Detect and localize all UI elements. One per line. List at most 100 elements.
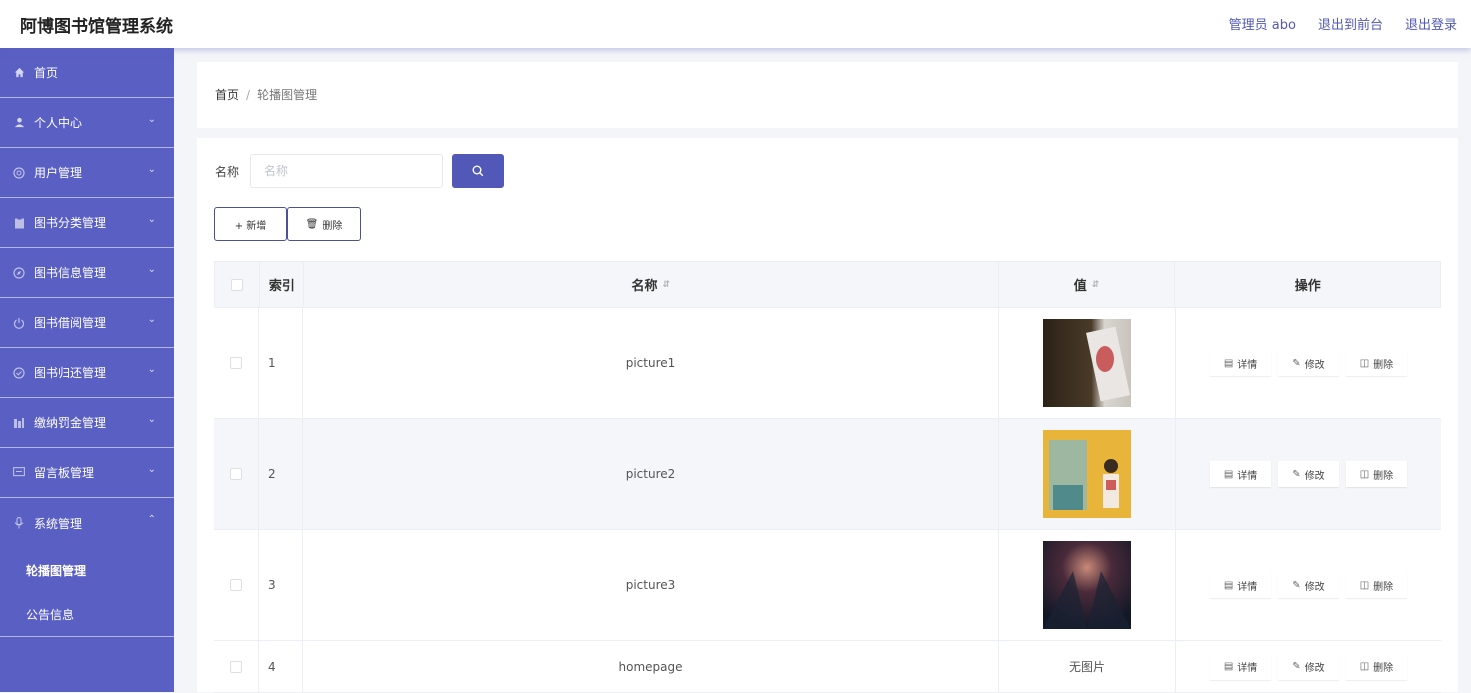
- row-checkbox[interactable]: [230, 579, 242, 591]
- edit-label: 修改: [1304, 359, 1325, 371]
- row-value: [999, 530, 1176, 640]
- carousel-image-thumbnail: [1043, 430, 1131, 518]
- header-name[interactable]: 名称 ⇵: [304, 262, 999, 307]
- sidebar-item-borrow[interactable]: 图书借阅管理 ⌄: [0, 298, 174, 348]
- home-icon: [12, 66, 26, 80]
- delete-button[interactable]: ◫ 删除: [1345, 350, 1408, 376]
- document-icon: ▤: [1223, 579, 1234, 591]
- chevron-down-icon: ⌄: [147, 114, 156, 125]
- chevron-down-icon: ⌄: [147, 314, 156, 325]
- detail-label: 详情: [1237, 470, 1258, 482]
- sort-icon[interactable]: ⇵: [1092, 280, 1100, 290]
- chevron-down-icon: ⌄: [147, 264, 156, 275]
- logout-link[interactable]: 退出登录: [1405, 14, 1457, 33]
- edit-button[interactable]: ✎ 修改: [1278, 653, 1339, 680]
- sidebar-item-messages[interactable]: 留言板管理 ⌄: [0, 448, 174, 498]
- delete-button[interactable]: ◫ 删除: [1345, 572, 1408, 598]
- search-label: 名称: [215, 165, 240, 179]
- add-button[interactable]: + 新增: [214, 207, 287, 241]
- trash-icon: ◫: [1359, 661, 1370, 672]
- submenu-item-notice[interactable]: 公告信息: [0, 592, 174, 636]
- row-index: 1: [259, 308, 303, 418]
- header-index: 索引: [260, 262, 304, 307]
- sidebar-item-label: 图书归还管理: [34, 366, 107, 380]
- row-actions: ▤ 详情 ✎ 修改 ◫ 删除: [1176, 530, 1441, 640]
- sidebar-item-label: 图书信息管理: [34, 266, 107, 280]
- trash-icon: 🗑︎: [305, 218, 319, 230]
- app-title: 阿博图书馆管理系统: [20, 17, 173, 37]
- batch-delete-button[interactable]: 🗑︎ 删除: [287, 207, 361, 241]
- admin-user-label[interactable]: 管理员 abo: [1229, 14, 1296, 33]
- sidebar-item-book-info[interactable]: 图书信息管理 ⌄: [0, 248, 174, 298]
- table-row: 3 picture3 ▤ 详情 ✎ 修改 ◫ 删除: [214, 530, 1441, 641]
- row-checkbox-cell: [214, 530, 259, 640]
- delete-button[interactable]: ◫ 删除: [1345, 653, 1408, 680]
- detail-button[interactable]: ▤ 详情: [1209, 572, 1272, 598]
- row-checkbox[interactable]: [230, 357, 242, 369]
- row-checkbox[interactable]: [230, 468, 242, 480]
- row-actions: ▤ 详情 ✎ 修改 ◫ 删除: [1176, 308, 1441, 418]
- sidebar-item-label: 系统管理: [34, 516, 83, 531]
- row-index: 4: [259, 641, 303, 692]
- chevron-down-icon: ⌄: [147, 364, 156, 375]
- sidebar-item-label: 留言板管理: [34, 466, 95, 480]
- document-icon: ▤: [1223, 468, 1234, 480]
- trash-icon: ◫: [1359, 357, 1370, 369]
- search-button[interactable]: [452, 154, 504, 188]
- document-icon: ▤: [1223, 661, 1234, 672]
- select-all-checkbox[interactable]: [230, 278, 243, 291]
- delete-label: 删除: [1373, 359, 1394, 371]
- sidebar-item-home[interactable]: 首页: [0, 48, 174, 98]
- detail-button[interactable]: ▤ 详情: [1209, 350, 1272, 376]
- sidebar-item-label: 个人中心: [34, 116, 83, 130]
- header-value-label: 值: [1073, 279, 1087, 294]
- edit-label: 修改: [1304, 663, 1325, 674]
- detail-button[interactable]: ▤ 详情: [1209, 653, 1272, 680]
- breadcrumb-home[interactable]: 首页: [215, 88, 239, 102]
- chevron-down-icon: ⌄: [147, 464, 156, 475]
- search-input[interactable]: [250, 154, 443, 188]
- breadcrumb-card: 首页 / 轮播图管理: [197, 62, 1458, 128]
- row-checkbox-cell: [214, 641, 259, 692]
- edit-button[interactable]: ✎ 修改: [1278, 572, 1339, 598]
- sidebar-item-label: 图书分类管理: [34, 216, 107, 230]
- detail-button[interactable]: ▤ 详情: [1209, 461, 1272, 487]
- table-row: 1 picture1 ▤ 详情 ✎ 修改 ◫ 删除: [214, 308, 1441, 419]
- submenu-item-carousel[interactable]: 轮播图管理: [0, 548, 174, 592]
- carousel-image-thumbnail: [1043, 319, 1131, 407]
- row-checkbox[interactable]: [230, 660, 242, 673]
- header-value[interactable]: 值 ⇵: [999, 262, 1176, 307]
- chevron-down-icon: ⌄: [147, 414, 156, 425]
- sidebar-item-personal[interactable]: 个人中心 ⌄: [0, 98, 174, 148]
- delete-button[interactable]: ◫ 删除: [1345, 461, 1408, 487]
- row-checkbox-cell: [214, 308, 259, 418]
- breadcrumb-separator: /: [246, 88, 251, 102]
- sidebar-item-label: 缴纳罚金管理: [34, 416, 107, 430]
- system-submenu: 轮播图管理 公告信息: [0, 548, 174, 637]
- sidebar-item-return[interactable]: 图书归还管理 ⌄: [0, 348, 174, 398]
- sidebar-item-system[interactable]: 系统管理 ⌃: [0, 498, 174, 548]
- exit-to-front-link[interactable]: 退出到前台: [1318, 14, 1383, 33]
- sidebar-item-label: 图书借阅管理: [34, 316, 107, 330]
- row-actions: ▤ 详情 ✎ 修改 ◫ 删除: [1176, 419, 1441, 529]
- edit-button[interactable]: ✎ 修改: [1278, 350, 1339, 376]
- search-icon: [472, 162, 484, 181]
- sidebar-item-fines[interactable]: 缴纳罚金管理 ⌄: [0, 398, 174, 448]
- sidebar-item-book-category[interactable]: 图书分类管理 ⌄: [0, 198, 174, 248]
- user-icon: [12, 116, 26, 130]
- sort-icon[interactable]: ⇵: [663, 280, 671, 290]
- bar-chart-icon: [12, 416, 26, 430]
- trash-icon: ◫: [1359, 579, 1370, 591]
- edit-button[interactable]: ✎ 修改: [1278, 461, 1339, 487]
- sidebar-item-users[interactable]: 用户管理 ⌄: [0, 148, 174, 198]
- edit-label: 修改: [1304, 581, 1325, 593]
- breadcrumb: 首页 / 轮播图管理: [215, 86, 317, 103]
- row-name: picture2: [303, 419, 999, 529]
- table-header-row: 索引 名称 ⇵ 值 ⇵ 操作: [214, 261, 1441, 308]
- row-name: picture1: [303, 308, 999, 418]
- table-row: 2 picture2 ▤ 详情 ✎ 修改 ◫ 删除: [214, 419, 1441, 530]
- breadcrumb-current: 轮播图管理: [257, 88, 318, 102]
- data-table: 索引 名称⇵ 值⇵ 操作 1 picture1 ▤详情 ✎修改 ◫删除: [214, 261, 1441, 693]
- pencil-icon: ✎: [1292, 579, 1301, 591]
- trash-icon: ◫: [1359, 468, 1370, 480]
